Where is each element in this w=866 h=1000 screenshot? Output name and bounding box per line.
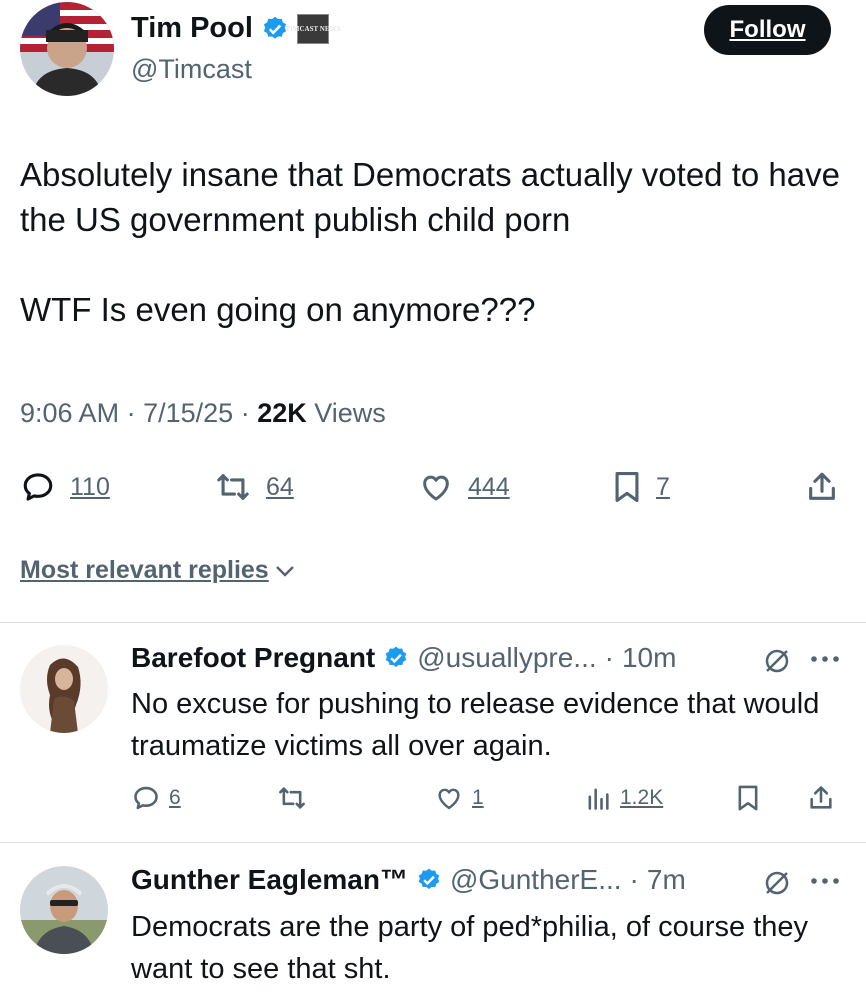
meta-separator: · bbox=[240, 398, 250, 428]
reply-reply-button[interactable]: 6 bbox=[131, 784, 181, 812]
reply-icon bbox=[20, 470, 56, 504]
reply-text: No excuse for pushing to release evidenc… bbox=[131, 688, 820, 762]
divider bbox=[0, 622, 866, 623]
reply-repost-button[interactable] bbox=[276, 784, 316, 812]
tweet-meta: 9:06 AM · 7/15/25 · 22K Views bbox=[20, 398, 386, 429]
sort-label: Most relevant replies bbox=[20, 556, 269, 584]
like-button[interactable]: 444 bbox=[418, 470, 510, 504]
reply-author-handle[interactable]: @GuntherE... bbox=[450, 864, 622, 896]
reply-like-count: 1 bbox=[472, 786, 484, 809]
bookmark-button[interactable]: 7 bbox=[612, 470, 670, 504]
repost-icon bbox=[276, 784, 308, 812]
bookmark-icon bbox=[612, 470, 642, 504]
meta-separator: · bbox=[126, 398, 136, 428]
reply-count: 110 bbox=[70, 472, 110, 501]
reply-reply-count: 6 bbox=[169, 786, 181, 809]
share-button[interactable] bbox=[806, 470, 838, 504]
reply-author-name[interactable]: Gunther Eagleman™ bbox=[131, 864, 408, 896]
sort-replies-dropdown[interactable]: Most relevant replies bbox=[20, 556, 295, 585]
repost-button[interactable]: 64 bbox=[214, 470, 294, 504]
author-handle[interactable]: @Timcast bbox=[131, 54, 252, 85]
reply-avatar[interactable] bbox=[20, 866, 108, 954]
affiliate-logo: TIMCAST NEWS bbox=[285, 24, 341, 33]
tweet-text: Absolutely insane that Democrats actuall… bbox=[20, 156, 840, 328]
tweet-time[interactable]: 9:06 AM bbox=[20, 398, 119, 428]
verified-badge-icon bbox=[383, 645, 409, 671]
author-name[interactable]: Tim Pool bbox=[131, 12, 253, 45]
like-icon bbox=[418, 470, 454, 504]
bookmark-count: 7 bbox=[656, 472, 670, 501]
meta-separator: · bbox=[629, 864, 639, 895]
reply-text: Democrats are the party of ped*philia, o… bbox=[131, 911, 809, 985]
views-count: 22K bbox=[257, 398, 307, 428]
reply-author-name[interactable]: Barefoot Pregnant bbox=[131, 642, 375, 674]
reply-button[interactable]: 110 bbox=[20, 470, 110, 504]
reply-views-count: 1.2K bbox=[620, 786, 664, 809]
more-icon[interactable] bbox=[808, 874, 842, 888]
grok-icon[interactable] bbox=[762, 646, 792, 676]
repost-icon bbox=[214, 470, 252, 504]
reply-share-button[interactable] bbox=[808, 784, 834, 812]
meta-separator: · bbox=[604, 642, 614, 673]
share-icon bbox=[806, 470, 838, 504]
reply-time[interactable]: 10m bbox=[622, 642, 676, 674]
bookmark-icon bbox=[736, 784, 760, 812]
divider bbox=[0, 842, 866, 843]
more-icon[interactable] bbox=[808, 652, 842, 666]
share-icon bbox=[808, 784, 834, 812]
chevron-down-icon bbox=[275, 564, 295, 578]
author-name-row[interactable]: Tim Pool TIMCAST NEWS bbox=[131, 12, 340, 45]
tweet-date[interactable]: 7/15/25 bbox=[143, 398, 233, 428]
reply-like-button[interactable]: 1 bbox=[434, 784, 484, 812]
like-icon bbox=[434, 784, 464, 812]
reply-time[interactable]: 7m bbox=[647, 864, 686, 896]
reply-header: Barefoot Pregnant @usuallypre... · 10m bbox=[131, 642, 676, 674]
author-avatar[interactable] bbox=[20, 2, 114, 96]
grok-icon[interactable] bbox=[762, 868, 792, 898]
reply-author-handle[interactable]: @usuallypre... bbox=[417, 642, 596, 674]
views-icon bbox=[584, 784, 612, 812]
like-count: 444 bbox=[468, 472, 510, 501]
reply-icon bbox=[131, 784, 161, 812]
follow-button[interactable]: Follow bbox=[704, 5, 831, 55]
repost-count: 64 bbox=[266, 472, 294, 501]
reply-avatar[interactable] bbox=[20, 645, 108, 733]
reply-views-button[interactable]: 1.2K bbox=[584, 784, 663, 812]
views-label: Views bbox=[314, 398, 386, 428]
affiliate-badge[interactable]: TIMCAST NEWS bbox=[285, 13, 340, 44]
reply-header: Gunther Eagleman™ @GuntherE... · 7m bbox=[131, 864, 686, 896]
verified-badge-icon bbox=[416, 867, 442, 893]
reply-bookmark-button[interactable] bbox=[736, 784, 760, 812]
